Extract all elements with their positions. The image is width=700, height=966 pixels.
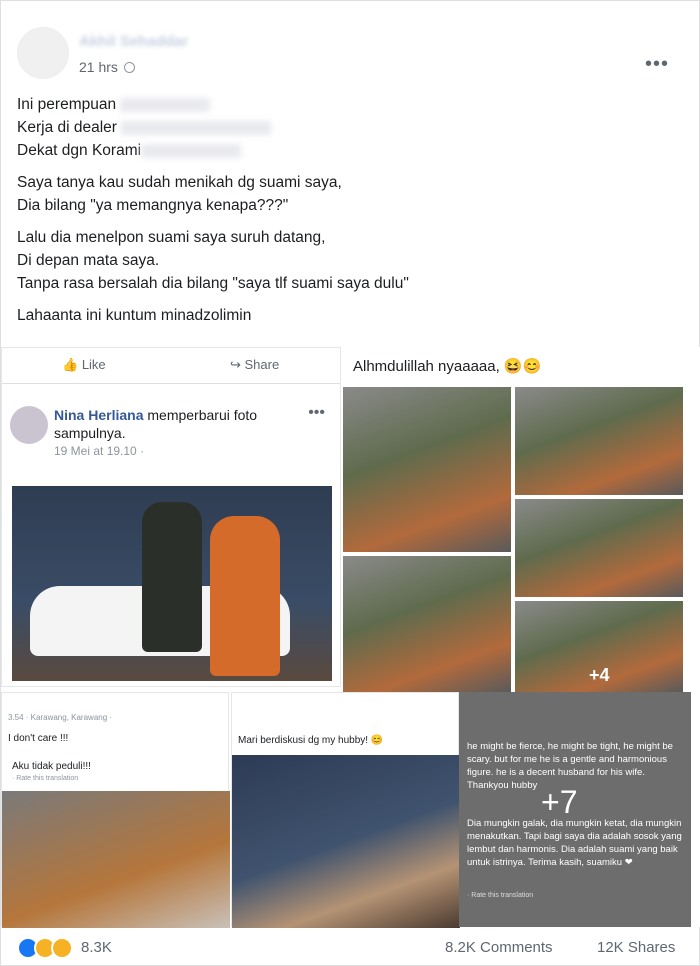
redacted-text	[141, 143, 242, 158]
collage-photo-3[interactable]: 3.54 · Karawang, Karawang · I don't care…	[1, 692, 230, 928]
paragraph-2: Saya tanya kau sudah menikah dg suami sa…	[17, 174, 342, 214]
comments-count[interactable]: 8.2K Comments	[445, 939, 553, 956]
paragraph-4: Lahaanta ini kuntum minadzolimin	[17, 307, 252, 324]
photo-collage[interactable]: 👍 Like ↪ Share Nina Herliana memperbarui…	[1, 347, 700, 928]
embedded-avatar	[10, 406, 48, 444]
embedded-translation: Aku tidak peduli!!!	[12, 761, 91, 772]
paragraph-1: Ini perempuan Kerja di dealer Dekat dgn …	[17, 93, 677, 162]
selfie-photo	[2, 791, 230, 928]
post-text: Ini perempuan Kerja di dealer Dekat dgn …	[17, 93, 677, 336]
more-dots-icon[interactable]: •••	[645, 53, 669, 76]
more-photos-count: +7	[541, 784, 578, 820]
embedded-text: I don't care !!!	[8, 733, 69, 744]
embedded-like: 👍 Like	[62, 357, 106, 372]
redacted-text	[121, 120, 272, 135]
embedded-more-icon: •••	[308, 404, 325, 421]
paragraph-3: Lalu dia menelpon suami saya suruh datan…	[17, 229, 409, 292]
embedded-text-id: Dia mungkin galak, dia mungkin ketat, di…	[467, 818, 682, 868]
author-name[interactable]: Akhil Sehaddar	[79, 33, 188, 50]
redacted-text	[120, 97, 211, 112]
embedded-post-title: Nina Herliana memperbarui foto sampulnya…	[54, 407, 258, 441]
selfie-tile	[515, 387, 683, 495]
person-shape	[210, 516, 280, 676]
collage-photo-2[interactable]: Alhmdulillah nyaaaaa, 😆😊 +4	[343, 347, 691, 692]
holding-hands-photo	[232, 755, 460, 928]
shares-count[interactable]: 12K Shares	[597, 939, 675, 956]
embedded-post-header	[240, 705, 450, 725]
embedded-action-bar: 👍 Like ↪ Share	[2, 348, 340, 384]
author-avatar[interactable]	[17, 27, 69, 79]
selfie-tile	[515, 499, 683, 597]
selfie-tile	[343, 387, 511, 552]
post-header: Akhil Sehaddar 21 hrs •••	[17, 23, 685, 83]
person-shape	[142, 502, 202, 652]
couple-photo	[12, 486, 332, 681]
wow-reaction-icon	[51, 937, 73, 959]
embedded-text: Mari berdiskusi dg my hubby! 😊	[238, 735, 384, 746]
post-time[interactable]: 21 hrs	[79, 59, 135, 75]
collage-photo-4[interactable]: Mari berdiskusi dg my hubby! 😊	[231, 692, 460, 928]
embedded-post-time: 19 Mei at 19.10 ·	[54, 444, 145, 458]
collage-photo-5[interactable]: he might be fierce, he might be tight, h…	[459, 692, 691, 927]
embedded-meta: 3.54 · Karawang, Karawang ·	[8, 713, 113, 722]
embedded-rate-translation: · Rate this translation	[12, 775, 79, 782]
facebook-post-card: Akhil Sehaddar 21 hrs ••• Ini perempuan …	[0, 0, 700, 966]
embedded-post-header: Nina Herliana memperbarui foto sampulnya…	[10, 398, 335, 458]
collage-photo-1[interactable]: 👍 Like ↪ Share Nina Herliana memperbarui…	[1, 347, 341, 687]
embedded-share: ↪ Share	[230, 357, 280, 372]
privacy-globe-icon	[123, 62, 135, 73]
reaction-count[interactable]: 8.3K	[81, 939, 112, 956]
more-photos-count: +4	[589, 665, 610, 685]
embedded-rate-translation: · Rate this translation	[467, 892, 534, 899]
selfie-tile	[343, 556, 511, 692]
post-footer: 8.3K 8.2K Comments 12K Shares	[17, 933, 685, 963]
embedded-caption: Alhmdulillah nyaaaaa, 😆😊	[353, 358, 542, 375]
